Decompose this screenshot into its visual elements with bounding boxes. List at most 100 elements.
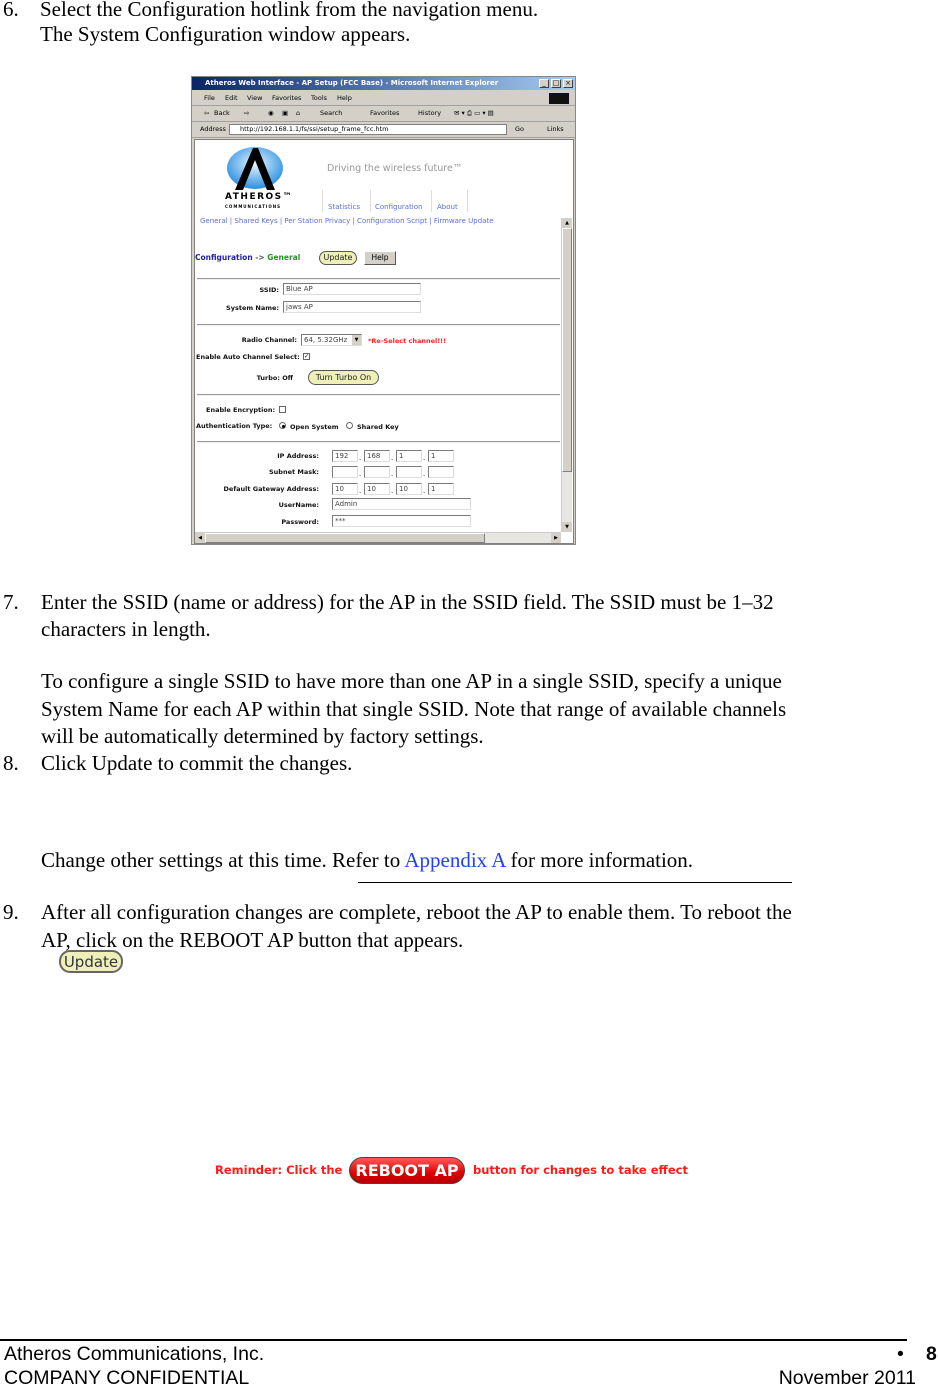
octet-separator: . xyxy=(423,454,426,462)
update-button: Update xyxy=(319,251,357,265)
turbo-label: Turbo: Off xyxy=(256,374,293,382)
ssid-label: SSID: xyxy=(259,286,279,294)
mask-octet-field xyxy=(428,466,454,478)
auth-type-label: Authentication Type: xyxy=(196,422,273,430)
vertical-scrollbar: ▲ ▼ xyxy=(561,218,572,532)
footer-rule xyxy=(0,1339,907,1341)
logo-name: ATHEROS™ xyxy=(225,192,294,202)
nav-statistics: Statistics xyxy=(328,203,360,211)
maximize-icon: □ xyxy=(551,79,561,88)
step-number: 8. xyxy=(3,751,19,775)
octet-separator: . xyxy=(359,470,362,478)
toolbar-item: Favorites xyxy=(370,109,400,117)
menu-item: Tools xyxy=(311,94,328,102)
auto-channel-label: Enable Auto Channel Select: xyxy=(196,353,300,361)
shared-key-label: Shared Key xyxy=(357,423,399,431)
browser-screenshot: Atheros Web Interface - AP Setup (FCC Ba… xyxy=(191,76,576,545)
radio-channel-select: 64, 5.32GHz ▼ xyxy=(301,334,362,346)
appendix-a-link[interactable]: Appendix A xyxy=(404,848,505,872)
step-text: After all configuration changes are comp… xyxy=(41,900,792,924)
open-system-label: Open System xyxy=(290,423,339,431)
reminder-text: button for changes to take effect xyxy=(473,1163,688,1177)
gw-octet-field: 10 xyxy=(364,483,390,495)
breadcrumb: Configuration -> General xyxy=(195,253,301,262)
ip-octet-field: 1 xyxy=(396,450,422,462)
atheros-logo xyxy=(227,147,283,190)
step-number: 7. xyxy=(3,590,19,614)
turbo-button: Turn Turbo On xyxy=(308,370,379,385)
gateway-label: Default Gateway Address: xyxy=(223,485,319,493)
forward-icon: ⇨ xyxy=(244,109,250,117)
password-label: Password: xyxy=(281,518,319,526)
back-icon: ⇦ xyxy=(204,109,210,117)
scrollbar-thumb xyxy=(205,533,485,543)
octet-separator: . xyxy=(359,454,362,462)
step-text: Select the Configuration hotlink from th… xyxy=(40,0,539,21)
radio-open-system xyxy=(279,422,286,429)
menu-bar: File Edit View Favorites Tools Help xyxy=(192,91,575,106)
footer-company: Atheros Communications, Inc. xyxy=(4,1343,265,1365)
mail-icon: ✉ ▾ ⎙ ▭ ▾ ▤ xyxy=(454,109,494,117)
mask-label: Subnet Mask: xyxy=(268,468,319,476)
step-text: characters in length. xyxy=(41,617,211,641)
step-text: The System Configuration window appears. xyxy=(40,22,411,46)
encryption-label: Enable Encryption: xyxy=(206,406,276,414)
auto-channel-checkbox: ✓ xyxy=(303,353,310,360)
octet-separator: . xyxy=(391,454,394,462)
ip-label: IP Address: xyxy=(277,452,319,460)
home-icon: ⌂ xyxy=(296,109,301,117)
minimize-icon: _ xyxy=(539,79,549,88)
footer-date: November 2011 xyxy=(778,1367,916,1389)
gw-octet-field: 1 xyxy=(428,483,454,495)
octet-separator: . xyxy=(391,487,394,495)
refresh-icon: ▣ xyxy=(282,109,289,117)
footer-bullet: • xyxy=(897,1343,904,1365)
ssid-field: Blue AP xyxy=(283,283,421,295)
step-number: 6. xyxy=(3,0,19,21)
step-number: 9. xyxy=(3,900,19,924)
octet-separator: . xyxy=(359,487,362,495)
mask-octet-field xyxy=(332,466,358,478)
username-label: UserName: xyxy=(278,501,319,509)
scroll-up-icon: ▲ xyxy=(562,218,572,228)
step-text: will be automatically determined by fact… xyxy=(41,724,484,748)
scrollbar-thumb xyxy=(562,228,572,472)
scroll-left-icon: ◀ xyxy=(195,533,205,543)
go-button: Go xyxy=(515,125,525,133)
toolbar: ⇦ Back ⇨ ◉ ▣ ⌂ Search Favorites History … xyxy=(192,106,575,122)
reminder-text: Reminder: Click the xyxy=(215,1163,343,1177)
update-button-image: Update xyxy=(59,950,123,973)
encryption-checkbox xyxy=(279,406,286,413)
menu-item: Help xyxy=(337,94,352,102)
windows-logo-icon xyxy=(549,93,569,104)
step-text: Click Update to commit the changes. xyxy=(41,751,353,775)
mask-octet-field xyxy=(396,466,422,478)
page-content: ATHEROS™ COMMUNICATIONS Driving the wire… xyxy=(194,139,574,544)
ip-octet-field: 1 xyxy=(428,450,454,462)
scroll-down-icon: ▼ xyxy=(562,522,572,532)
radio-shared-key xyxy=(346,422,353,429)
footer-confidential: COMPANY CONFIDENTIAL xyxy=(4,1367,250,1389)
logo-subtitle: COMMUNICATIONS xyxy=(225,204,281,209)
url-field: http://192.168.1.1/fs/ssi/setup_frame_fc… xyxy=(229,124,507,135)
octet-separator: . xyxy=(423,470,426,478)
menu-item: Edit xyxy=(225,94,238,102)
octet-separator: . xyxy=(391,470,394,478)
reboot-ap-button: REBOOT AP xyxy=(349,1157,465,1184)
links-button: Links xyxy=(547,125,564,133)
stop-icon: ◉ xyxy=(268,109,274,117)
system-name-label: System Name: xyxy=(226,304,279,312)
username-field: Admin xyxy=(332,498,471,510)
step-text: System Name for each AP within that sing… xyxy=(41,697,787,721)
menu-item: File xyxy=(204,94,215,102)
close-icon: × xyxy=(563,79,573,88)
reselect-warning: *Re-Select channel!!! xyxy=(368,337,447,345)
toolbar-item: Back xyxy=(214,109,230,117)
mask-octet-field xyxy=(364,466,390,478)
subnav: General | Shared Keys | Per Station Priv… xyxy=(200,217,494,225)
menu-item: Favorites xyxy=(272,94,302,102)
gw-octet-field: 10 xyxy=(332,483,358,495)
address-bar: Address http://192.168.1.1/fs/ssi/setup_… xyxy=(192,122,575,138)
menu-item: View xyxy=(247,94,263,102)
address-label: Address xyxy=(200,125,226,133)
